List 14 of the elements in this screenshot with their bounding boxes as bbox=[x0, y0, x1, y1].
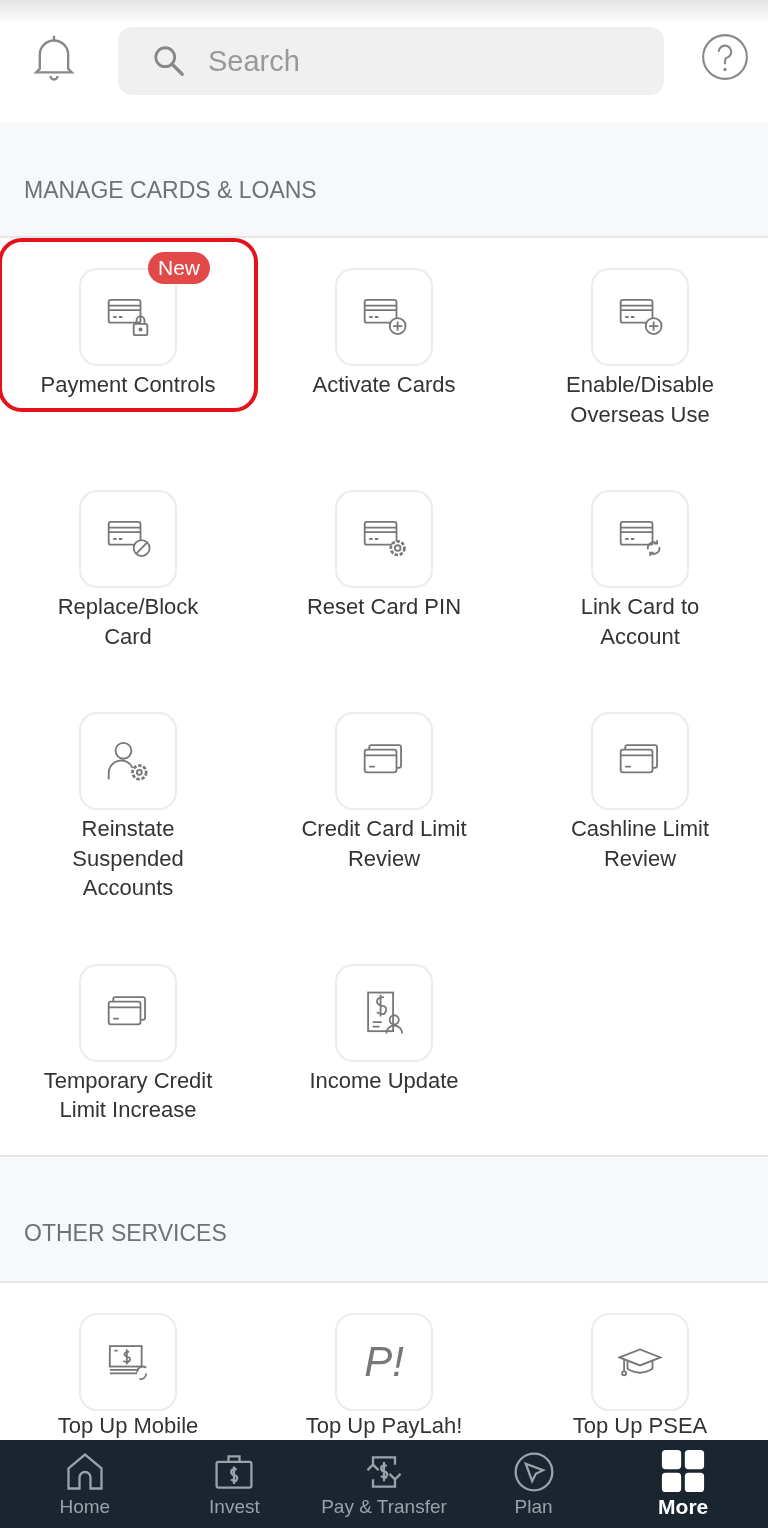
grid-icon bbox=[661, 1449, 706, 1493]
tab-button[interactable]: Home bbox=[10, 1449, 160, 1519]
tab-button[interactable]: Pay & Transfer bbox=[309, 1449, 459, 1519]
section-heading: OTHER SERVICES bbox=[24, 1219, 227, 1247]
tab-button[interactable]: Invest bbox=[159, 1449, 310, 1519]
section-heading: MANAGE CARDS & LOANS bbox=[24, 177, 317, 204]
search-icon bbox=[152, 44, 186, 78]
tab-button[interactable]: Plan bbox=[458, 1449, 609, 1519]
tab-button[interactable]: More bbox=[608, 1448, 758, 1520]
service-button[interactable]: New Payment Controls bbox=[0, 238, 258, 412]
help-icon[interactable] bbox=[700, 32, 750, 82]
search-field[interactable]: Search bbox=[118, 27, 664, 95]
paylah-icon: P! bbox=[364, 1337, 404, 1386]
new-badge: New bbox=[148, 252, 210, 284]
